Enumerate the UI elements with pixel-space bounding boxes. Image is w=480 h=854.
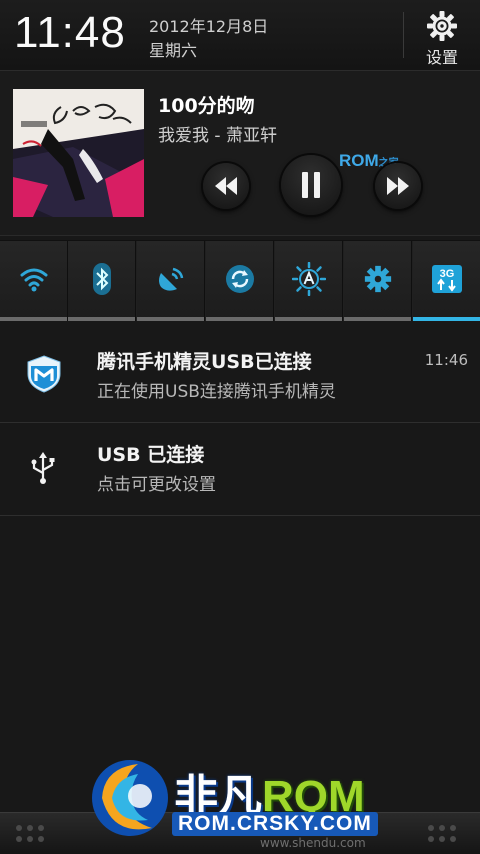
notification-subtitle: 点击可更改设置: [97, 475, 216, 495]
tencent-manager-icon: [24, 354, 64, 394]
toggle-indicator: [0, 317, 67, 321]
header-divider: [403, 12, 404, 58]
settings-gear-icon: [364, 265, 391, 293]
date-label: 2012年12月8日: [149, 17, 269, 36]
notification-usb-connected[interactable]: USB 已连接 点击可更改设置: [0, 423, 480, 516]
settings-button[interactable]: 设置: [410, 8, 474, 67]
toggle-indicator: [206, 317, 273, 321]
album-art-image: [13, 89, 144, 217]
wifi-icon: [20, 268, 47, 292]
toggle-indicator: [137, 317, 204, 321]
auto-brightness-icon: [291, 262, 326, 296]
next-button[interactable]: [375, 163, 421, 209]
gps-icon: [158, 267, 183, 291]
rom-swirl-logo-icon: [92, 760, 168, 836]
toggle-bluetooth[interactable]: [68, 241, 136, 321]
3g-label: 3G: [439, 268, 454, 280]
toggle-settings[interactable]: [344, 241, 412, 321]
toggle-indicator: [344, 317, 411, 321]
toggle-gps[interactable]: [137, 241, 205, 321]
gear-icon: [427, 11, 457, 41]
previous-icon: [215, 177, 237, 195]
music-player: 100分的吻 我爱我 - 萧亚轩 ROM之家: [0, 71, 480, 236]
crsky-rom-logo: 非凡RQM ROM.CRSKY.COM: [82, 750, 402, 842]
song-title: 100分的吻: [158, 95, 255, 117]
handle-grip-right-icon: [428, 825, 456, 842]
notification-time: 11:46: [424, 351, 468, 369]
usb-icon: [26, 451, 60, 487]
bluetooth-icon: [92, 263, 111, 295]
toggle-indicator: [68, 317, 135, 321]
album-art[interactable]: [13, 89, 144, 217]
toggle-3g-data[interactable]: 3G: [413, 241, 480, 321]
toggle-sync[interactable]: [206, 241, 274, 321]
previous-button[interactable]: [203, 163, 249, 209]
toggle-wifi[interactable]: [0, 241, 68, 321]
status-header: 11:48 2012年12月8日 星期六 设置: [0, 0, 480, 71]
notification-subtitle: 正在使用USB连接腾讯手机精灵: [97, 382, 336, 402]
pause-button[interactable]: [281, 155, 341, 215]
sync-icon: [225, 265, 254, 293]
toggle-auto-brightness[interactable]: [275, 241, 343, 321]
weekday-label: 星期六: [149, 41, 198, 60]
quick-toggles: 3G: [0, 240, 480, 321]
3g-data-icon: 3G: [431, 265, 462, 293]
notification-tencent-usb[interactable]: 腾讯手机精灵USB已连接 正在使用USB连接腾讯手机精灵 11:46: [0, 330, 480, 423]
notification-title: 腾讯手机精灵USB已连接: [97, 351, 312, 373]
settings-label: 设置: [425, 48, 458, 67]
song-artist: 我爱我 - 萧亚轩: [158, 126, 277, 146]
logo-url: ROM.CRSKY.COM: [172, 812, 378, 836]
handle-grip-left-icon: [16, 825, 44, 842]
rom-home-text: ROM: [339, 151, 379, 170]
next-icon: [387, 177, 409, 195]
clock: 11:48: [14, 8, 126, 57]
notification-title: USB 已连接: [97, 444, 205, 466]
toggle-indicator-active: [413, 317, 480, 321]
pause-icon: [302, 172, 320, 198]
toggle-indicator: [275, 317, 342, 321]
